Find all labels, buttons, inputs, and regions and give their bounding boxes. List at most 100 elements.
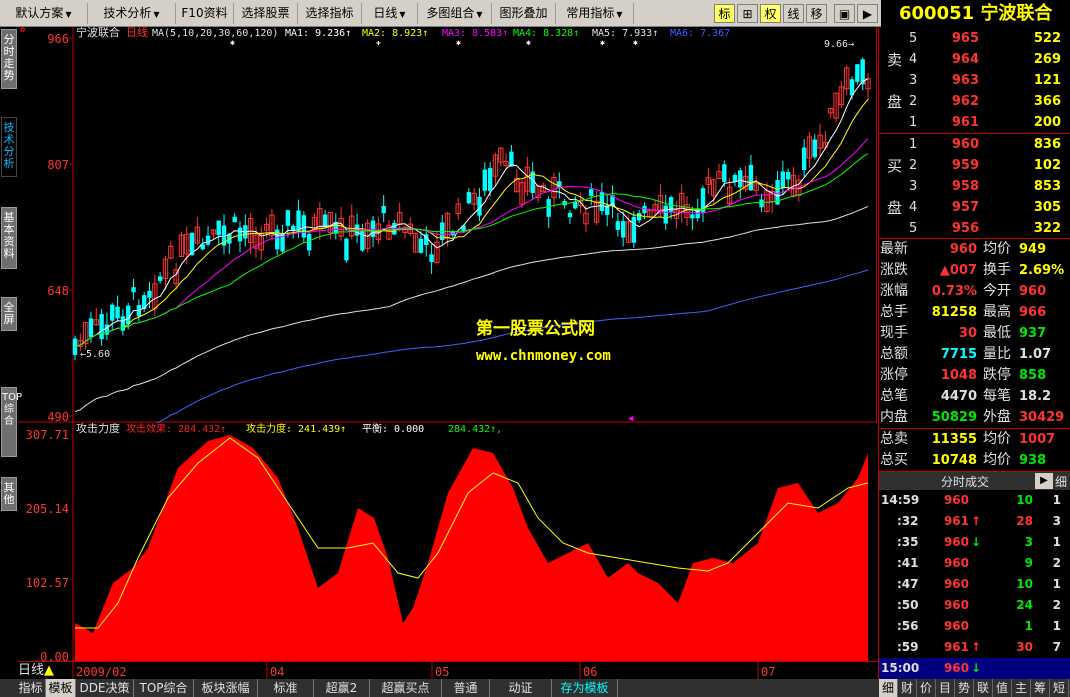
right-tab[interactable]: 目 xyxy=(936,679,955,697)
candle-down xyxy=(589,189,594,196)
date-axis: 2009/02 04 05 06 07 xyxy=(18,661,877,680)
common-indicator-dropdown[interactable]: 常用指标 ▼ xyxy=(556,3,634,24)
right-tab[interactable]: 值 xyxy=(993,679,1012,697)
quote-label: 涨停 xyxy=(880,367,908,383)
quote-row: 涨跌 ▲007 换手 2.69% xyxy=(879,260,1070,281)
select-indicator-button[interactable]: 选择指标 xyxy=(298,3,362,24)
quote-value: 960 xyxy=(1019,284,1047,299)
tick-time: :56 xyxy=(897,619,919,633)
play-icon[interactable]: ▶ xyxy=(1035,473,1053,489)
high-price-label: 9.66→ xyxy=(824,39,854,50)
candle-down xyxy=(636,213,642,221)
tick-row[interactable]: :59 961 ↑ 30 7 xyxy=(879,637,1070,658)
tick-volume: 24 xyxy=(1016,598,1033,612)
bottom-tab-standard[interactable]: 标准 xyxy=(258,679,314,697)
cursor-marker-icon: ◀ xyxy=(628,414,634,423)
tick-price: 961 xyxy=(943,640,969,654)
right-tab[interactable]: 势 xyxy=(955,679,974,697)
candle-down xyxy=(482,169,488,191)
candle-down xyxy=(418,238,424,253)
scheme-dropdown[interactable]: 默认方案 ▼ xyxy=(0,3,88,24)
tick-count: 7 xyxy=(1052,640,1061,654)
y-tick-label: 807 xyxy=(47,158,69,172)
collapse-icon[interactable]: ▶ xyxy=(857,4,878,23)
tick-volume: 30 xyxy=(1016,640,1033,654)
buy-row[interactable]: 5 956 322 xyxy=(879,218,1070,239)
bottom-tab-dde[interactable]: DDE决策 xyxy=(76,679,134,697)
quote-value: 30429 xyxy=(1019,410,1065,425)
ma-line xyxy=(74,98,869,348)
bottom-tab-dongzheng[interactable]: 动证 xyxy=(490,679,552,697)
kline-chart[interactable]: 966 807 648 490 ✿ 宁波联合 日线 MA(5,10,20,30,60,120)… xyxy=(18,25,877,458)
right-tab[interactable]: 主 xyxy=(1012,679,1031,697)
line-tool-button[interactable]: 线 xyxy=(783,4,804,23)
tick-row[interactable]: 15:00 960 ↓ xyxy=(879,658,1070,679)
tick-row[interactable]: :50 960 24 2 xyxy=(879,595,1070,616)
image-icon[interactable]: ▣ xyxy=(834,4,855,23)
bottom-tab-indicator[interactable]: 指标 xyxy=(16,679,46,697)
ma-params: MA(5,10,20,30,60,120) xyxy=(152,28,278,39)
right-tab[interactable]: 细 xyxy=(879,679,898,697)
multi-chart-dropdown[interactable]: 多图组合 ▼ xyxy=(418,3,492,24)
period-label[interactable]: 日线▲ xyxy=(18,662,58,679)
bottom-tab-sector[interactable]: 板块涨幅 xyxy=(194,679,258,697)
right-tab[interactable]: 筹 xyxy=(1031,679,1050,697)
right-tab[interactable]: 短 xyxy=(1050,679,1069,697)
quote-value: 50829 xyxy=(931,410,977,425)
tick-time: 14:59 xyxy=(881,493,920,507)
move-tool-button[interactable]: 移 xyxy=(806,4,827,23)
buy-row[interactable]: 4 957 305 xyxy=(879,197,1070,218)
rights-tool-button[interactable]: 权 xyxy=(760,4,781,23)
event-marker-icon: ✚ xyxy=(376,38,381,47)
bottom-tab-buypoint[interactable]: 超赢买点 xyxy=(370,679,442,697)
overlay-button[interactable]: 图形叠加 xyxy=(492,3,556,24)
sidebar-tab-fullscreen[interactable]: 全屏 xyxy=(1,297,17,331)
buy-row[interactable]: 3 958 853 xyxy=(879,176,1070,197)
sidebar-tab-top[interactable]: TOP综合 xyxy=(1,387,22,457)
period-dropdown[interactable]: 日线 ▼ xyxy=(362,3,418,24)
tick-row[interactable]: :35 960 ↓ 3 1 xyxy=(879,532,1070,553)
tick-row[interactable]: :41 960 9 2 xyxy=(879,553,1070,574)
grid-tool-button[interactable]: ⊞ xyxy=(737,4,758,23)
select-stock-button[interactable]: 选择股票 xyxy=(234,3,298,24)
quote-value: ▲007 xyxy=(939,263,977,278)
mark-tool-button[interactable]: 标 xyxy=(714,4,735,23)
buy-row[interactable]: 1 960 836 xyxy=(879,134,1070,155)
sidebar-tab-technical[interactable]: 技术分析 xyxy=(1,117,17,177)
candle-down xyxy=(131,287,136,293)
save-template-button[interactable]: 存为模板 xyxy=(552,679,618,697)
tick-detail-button[interactable]: 细 xyxy=(1055,473,1067,490)
tick-row[interactable]: :47 960 10 1 xyxy=(879,574,1070,595)
sidebar-tab-intraday[interactable]: 分时走势 xyxy=(1,29,17,89)
bottom-tab-chaoying2[interactable]: 超赢2 xyxy=(314,679,370,697)
quote-value: 858 xyxy=(1019,368,1047,383)
candle-down xyxy=(615,221,621,230)
tick-row[interactable]: :32 961 ↑ 28 3 xyxy=(879,511,1070,532)
tick-row[interactable]: 14:59 960 10 1 xyxy=(879,490,1070,511)
attack-effect-area xyxy=(75,435,868,661)
sidebar-tab-other[interactable]: 其他 xyxy=(1,477,17,511)
buy-row[interactable]: 2 959 102 xyxy=(879,155,1070,176)
bottom-tab-template[interactable]: 模板 xyxy=(46,679,76,697)
ma-label: MA4: 8.328↑ xyxy=(513,28,579,39)
right-tab[interactable]: 价 xyxy=(917,679,936,697)
indicator-chart[interactable]: 307.71 205.14 102.57 0.00 攻击力度 攻击效果: 284.432↑… xyxy=(18,421,877,664)
indicator-label: 284.432↑, xyxy=(448,424,502,435)
buy-volume: 853 xyxy=(1033,179,1061,194)
sidebar-tab-fundamental[interactable]: 基本资料 xyxy=(1,207,17,269)
gear-icon[interactable]: ✿ xyxy=(20,25,26,35)
tick-row[interactable]: :56 960 1 1 xyxy=(879,616,1070,637)
buy-volume: 322 xyxy=(1033,221,1061,236)
analysis-dropdown[interactable]: 技术分析 ▼ xyxy=(88,3,176,24)
bottom-tab-normal[interactable]: 普通 xyxy=(442,679,490,697)
bottom-tab-top[interactable]: TOP综合 xyxy=(134,679,194,697)
buy-label: 盘 xyxy=(887,199,903,217)
right-tab[interactable]: 联 xyxy=(974,679,993,697)
chart-period: 日线 xyxy=(126,27,148,39)
tick-price: 960 xyxy=(943,619,969,633)
totals-row: 总买 10748 均价 938 xyxy=(879,450,1070,471)
quote-value: 81258 xyxy=(931,305,977,320)
quote-row: 现手 30 最低 937 xyxy=(879,323,1070,344)
f10-button[interactable]: F10资料 xyxy=(176,3,234,24)
right-tab[interactable]: 财 xyxy=(898,679,917,697)
